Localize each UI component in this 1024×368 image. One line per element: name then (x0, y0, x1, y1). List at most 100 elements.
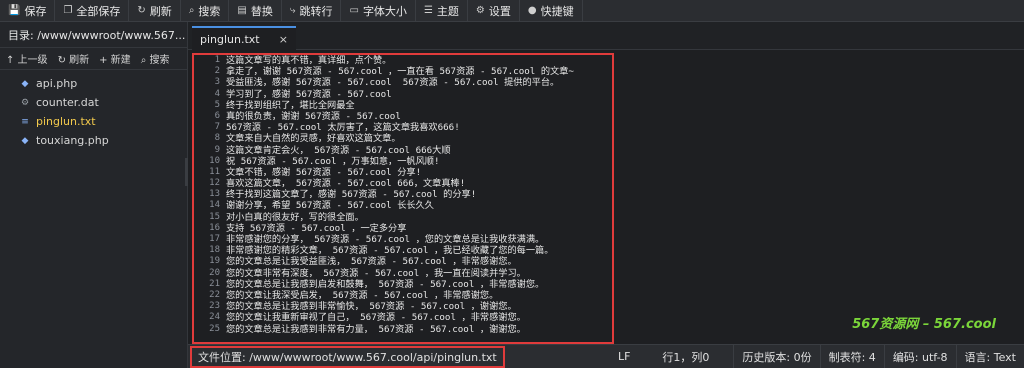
file-name: counter.dat (36, 96, 99, 109)
tab-label: pinglun.txt (200, 32, 260, 46)
line-number: 19 (209, 256, 220, 267)
code-line: 终于找到组织了，堪比全网最全 (226, 99, 355, 111)
highlighted-content: 1 2 3 4 5 6 7 8 9 10 11 12 13 14 15 16 17 18 19 20 21 22 23 24 2… (192, 53, 614, 344)
watermark: 567资源网 – 567.cool (852, 317, 996, 332)
file-item[interactable]: ≡ pinglun.txt (0, 112, 187, 131)
code-line: 您的文章总是让我感到启发和鼓舞， 567资源 - 567.cool ，非常感谢您… (226, 278, 545, 290)
toolbar-label: 快捷键 (540, 4, 574, 18)
code-line: 文章不错，感谢 567资源 - 567.cool 分享! (226, 166, 422, 178)
line-ending-status[interactable]: LF (610, 345, 654, 368)
up-level-button[interactable]: ↑ 上一级 (6, 51, 48, 66)
code-line: 支持 567资源 - 567.cool ，一定多分享 (226, 222, 407, 234)
code-line: 您的文章非常有深度， 567资源 - 567.cool ，我一直在阅读并学习。 (226, 267, 526, 279)
code-line: 您的文章让我深受启发， 567资源 - 567.cool ，非常感谢您。 (226, 289, 499, 301)
file-list: ◆ api.php ⚙ counter.dat ≡ pinglun.txt ◆ touxian… (0, 70, 187, 150)
toolbar-button-5[interactable]: ⤷ 跳转行 (282, 0, 342, 22)
code-editor[interactable]: 1 2 3 4 5 6 7 8 9 10 11 12 13 14 15 16 17 18 19 20 21 22 23 24 2… (188, 50, 1024, 344)
toolbar-button-7[interactable]: ☰ 主题 (416, 0, 468, 22)
toolbar-label: 跳转行 (299, 4, 333, 18)
encoding-status[interactable]: 编码: utf-8 (883, 344, 956, 368)
code-line: 祝 567资源 - 567.cool ，万事如意，一帆风顺! (226, 155, 440, 167)
file-item[interactable]: ⚙ counter.dat (0, 93, 187, 112)
file-name: api.php (36, 77, 78, 90)
line-number: 24 (209, 312, 220, 323)
line-number: 12 (209, 178, 220, 189)
toolbar-button-2[interactable]: ↻ 刷新 (129, 0, 181, 22)
editor-text[interactable]: 这篇文章写的真不错，真详细，点个赞。 拿走了，谢谢 567资源 - 567.coo… (226, 55, 612, 342)
cursor-position: 行1，列0 (662, 350, 710, 364)
line-number: 6 (214, 110, 220, 121)
settings-icon: ⚙ (475, 5, 485, 16)
php-file-icon: ◆ (21, 135, 29, 146)
line-number: 16 (209, 222, 220, 233)
close-tab-icon[interactable]: × (279, 33, 288, 46)
tab-pinglun-txt[interactable]: pinglun.txt × (192, 26, 296, 50)
file-gear-icon: ⚙ (20, 97, 30, 108)
tab-bar: pinglun.txt × (188, 22, 1024, 50)
code-line: 您的文章总是让我受益匪浅， 567资源 - 567.cool ，非常感谢您。 (226, 256, 517, 268)
toolbar-button-6[interactable]: ▭ 字体大小 (341, 0, 416, 22)
line-number: 17 (209, 234, 220, 244)
line-number: 2 (214, 66, 220, 77)
save-icon: 💾 (8, 5, 21, 16)
code-line: 非常感谢您的精彩文章， 567资源 - 567.cool ，我已经收藏了您的每一… (226, 245, 554, 257)
line-number: 22 (209, 289, 220, 300)
line-number: 7 (214, 122, 220, 133)
toolbar-button-4[interactable]: ▤ 替换 (229, 0, 282, 22)
code-line: 喜欢这篇文章， 567资源 - 567.cool 666，文章真棒! (226, 178, 466, 190)
search-icon: ⌕ (188, 5, 195, 16)
toolbar-button-8[interactable]: ⚙ 设置 (468, 0, 520, 22)
toolbar-label: 保存 (24, 4, 47, 18)
line-number: 23 (209, 301, 220, 312)
shortcut-icon: ● (527, 5, 537, 16)
replace-icon: ▤ (237, 5, 247, 16)
code-line: 您的文章总是让我感到非常愉快， 567资源 - 567.cool ，谢谢您。 (226, 301, 517, 313)
search-files-button[interactable]: ⌕ 搜索 (141, 51, 170, 66)
language-status[interactable]: 语言: Text (955, 344, 1024, 368)
line-number: 5 (214, 99, 220, 110)
tab-size-status[interactable]: 制表符: 4 (819, 344, 884, 368)
code-line: 拿走了，谢谢 567资源 - 567.cool ，一直在看 567资源 - 56… (226, 66, 574, 78)
status-bar: 文件位置: /www/wwwroot/www.567.cool/api/ping… (188, 344, 1024, 368)
code-line: 这篇文章写的真不错，真详细，点个赞。 (226, 55, 392, 66)
line-number: 4 (214, 88, 220, 99)
line-number: 14 (209, 200, 220, 211)
toolbar-button-9[interactable]: ● 快捷键 (520, 0, 583, 22)
editor-toolbar: 💾 保存 ❐ 全部保存 ↻ 刷新 ⌕ 搜索 ▤ 替换 ⤷ 跳转行 ▭ 字体大小 ☰ 主题 ⚙ 设置 ● 快捷键 (0, 0, 1024, 22)
line-number: 13 (209, 189, 220, 200)
toolbar-button-3[interactable]: ⌕ 搜索 (181, 0, 230, 22)
toolbar-button-1[interactable]: ❐ 全部保存 (55, 0, 130, 22)
code-line: 终于找到这篇文章了，感谢 567资源 - 567.cool 的分享! (226, 189, 477, 201)
toolbar-label: 替换 (250, 4, 273, 18)
code-line: 学习到了，感谢 567资源 - 567.cool (226, 88, 392, 100)
code-line: 这篇文章肯定会火， 567资源 - 567.cool 666大顺 (226, 144, 451, 156)
line-number: 3 (214, 77, 220, 88)
line-number: 21 (209, 278, 220, 289)
file-item[interactable]: ◆ touxiang.php (0, 131, 187, 150)
code-line: 您的文章总是让我感到非常有力量， 567资源 - 567.cool ，谢谢您。 (226, 323, 526, 335)
goto-line-icon: ⤷ (289, 5, 296, 16)
line-number: 9 (214, 144, 220, 155)
code-line: 非常感谢您的分享， 567资源 - 567.cool ，您的文章总是让我收获满满… (226, 234, 545, 245)
new-file-button[interactable]: + 新建 (99, 51, 131, 66)
code-line: 受益匪浅，感谢 567资源 - 567.cool 567资源 - 567.coo… (226, 77, 560, 89)
code-line: 对小白真的很友好，写的很全面。 (226, 211, 364, 223)
font-size-icon: ▭ (349, 5, 359, 16)
sidebar-tools: ↑ 上一级 ↻ 刷新 + 新建 ⌕ 搜索 (0, 48, 187, 70)
line-number: 8 (214, 133, 220, 144)
line-number: 11 (209, 166, 220, 177)
refresh-icon: ↻ (137, 5, 146, 16)
code-line: 谢谢分享，希望 567资源 - 567.cool 长长久久 (226, 200, 434, 212)
toolbar-button-0[interactable]: 💾 保存 (0, 0, 56, 22)
text-file-icon: ≡ (21, 116, 29, 127)
toolbar-label: 主题 (436, 4, 459, 18)
toolbar-label: 搜索 (198, 4, 221, 18)
refresh-files-button[interactable]: ↻ 刷新 (58, 51, 90, 66)
file-item[interactable]: ◆ api.php (0, 74, 187, 93)
history-versions[interactable]: 历史版本: 0份 (733, 344, 819, 368)
line-number-gutter: 1 2 3 4 5 6 7 8 9 10 11 12 13 14 15 16 17 18 19 20 21 22 23 24 2… (194, 55, 224, 342)
file-name: touxiang.php (36, 134, 109, 147)
line-number: 20 (209, 267, 220, 278)
code-line: 真的很负责，谢谢 567资源 - 567.cool (226, 110, 401, 122)
toolbar-label: 刷新 (149, 4, 172, 18)
